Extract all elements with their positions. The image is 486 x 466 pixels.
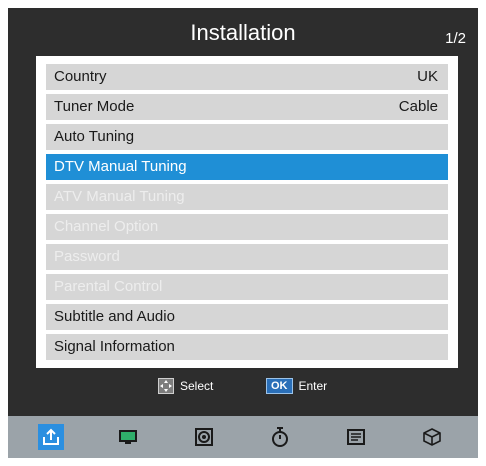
menu-item-value: Cable	[398, 98, 438, 115]
menu-item-label: Signal Information	[54, 338, 175, 355]
enter-hint-label: Enter	[298, 379, 328, 393]
options-icon	[347, 429, 365, 445]
dpad-icon	[158, 378, 174, 394]
menu-item-label: Auto Tuning	[54, 128, 135, 145]
key-hints: Select OK Enter	[8, 374, 478, 404]
menu-item-subtitle-and-audio[interactable]: Subtitle and Audio	[46, 304, 448, 330]
menu-item-label: Tuner Mode	[54, 98, 135, 115]
page-title: Installation	[190, 20, 296, 45]
menu-item-signal-information[interactable]: Signal Information	[46, 334, 448, 360]
tab-options[interactable]	[343, 424, 369, 450]
menu-item-atv-manual-tuning: ATV Manual Tuning	[46, 184, 448, 210]
menu-item-value: UK	[417, 68, 438, 85]
menu-item-label: Country	[54, 68, 107, 85]
tab-sound[interactable]	[191, 424, 217, 450]
tab-installation[interactable]	[38, 424, 64, 450]
menu-item-label: DTV Manual Tuning	[54, 158, 187, 175]
tab-timer[interactable]	[267, 424, 293, 450]
installation-screen: Installation 1/2 Country UK Tuner Mode C…	[8, 8, 478, 458]
menu-item-label: ATV Manual Tuning	[54, 188, 185, 205]
picture-icon	[119, 430, 137, 444]
tab-picture[interactable]	[115, 424, 141, 450]
menu-item-label: Password	[54, 248, 120, 265]
menu-item-auto-tuning[interactable]: Auto Tuning	[46, 124, 448, 150]
installation-menu: Country UK Tuner Mode Cable Auto Tuning …	[36, 56, 458, 368]
enter-hint: OK Enter	[266, 378, 327, 394]
menu-item-label: Parental Control	[54, 278, 163, 295]
timer-icon	[272, 427, 288, 447]
sound-icon	[195, 428, 213, 446]
header: Installation 1/2	[8, 8, 478, 52]
menu-item-parental-control: Parental Control	[46, 274, 448, 300]
menu-item-channel-option: Channel Option	[46, 214, 448, 240]
menu-item-label: Channel Option	[54, 218, 159, 235]
installation-icon	[43, 428, 59, 445]
select-hint: Select	[158, 378, 213, 394]
ok-key-icon: OK	[266, 378, 293, 394]
menu-item-country[interactable]: Country UK	[46, 64, 448, 90]
menu-item-password: Password	[46, 244, 448, 270]
select-hint-label: Select	[180, 379, 214, 393]
apps-cube-icon	[423, 428, 441, 446]
tab-apps[interactable]	[419, 424, 445, 450]
menu-item-tuner-mode[interactable]: Tuner Mode Cable	[46, 94, 448, 120]
menu-tab-bar	[8, 416, 478, 458]
menu-item-label: Subtitle and Audio	[54, 308, 175, 325]
page-indicator: 1/2	[445, 30, 466, 47]
menu-item-dtv-manual-tuning[interactable]: DTV Manual Tuning	[46, 154, 448, 180]
